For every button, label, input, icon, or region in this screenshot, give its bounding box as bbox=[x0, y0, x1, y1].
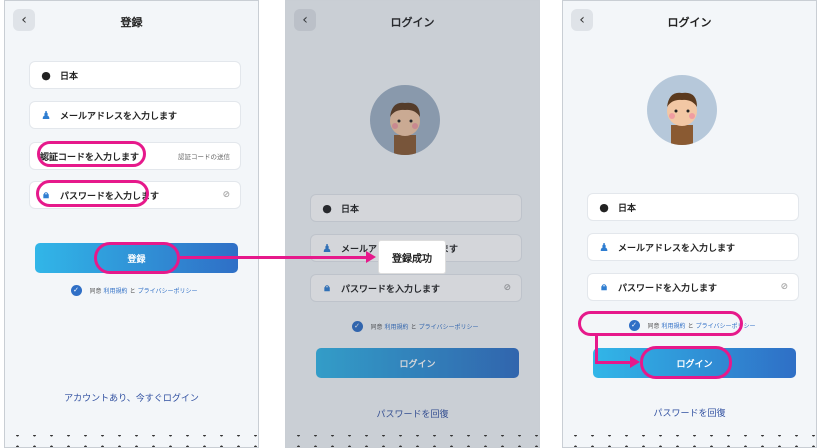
country-select[interactable]: ● 日本 bbox=[587, 193, 799, 221]
and-text: と bbox=[129, 287, 136, 295]
recover-password-link[interactable]: パスワードを回復 bbox=[563, 406, 816, 419]
decorative-dots bbox=[5, 435, 258, 447]
password-placeholder: パスワードを入力します bbox=[60, 191, 160, 202]
agree-prefix: 同意 bbox=[89, 287, 102, 295]
code-placeholder: 認証コードを入力します bbox=[40, 152, 140, 163]
agreement-row: ✓ 同意 利用規約 と プライバシーポリシー bbox=[29, 283, 241, 297]
success-toast: 登録成功 bbox=[378, 240, 446, 274]
country-value: 日本 bbox=[618, 203, 637, 214]
login-screen-success: ‹ ログイン ● 日本 ♟ メールアドレスを入力します 🔒︎ パスワードを入力し… bbox=[285, 0, 540, 448]
avatar bbox=[647, 75, 717, 145]
password-field[interactable]: 🔒︎ パスワードを入力します ⊘ bbox=[29, 181, 241, 209]
country-value: 日本 bbox=[60, 71, 79, 82]
and-text: と bbox=[687, 322, 694, 330]
privacy-link[interactable]: プライバシーポリシー bbox=[696, 321, 756, 330]
check-circle-icon[interactable]: ✓ bbox=[628, 319, 640, 331]
country-select[interactable]: ● 日本 bbox=[29, 61, 241, 89]
email-placeholder: メールアドレスを入力します bbox=[60, 111, 178, 122]
page-title: ログイン bbox=[667, 16, 712, 29]
arrow-right-icon bbox=[366, 251, 376, 263]
password-placeholder: パスワードを入力します bbox=[618, 283, 718, 294]
eye-hidden-icon[interactable]: ⊘ bbox=[780, 282, 788, 292]
check-circle-icon[interactable]: ✓ bbox=[70, 284, 82, 296]
decorative-dots bbox=[563, 435, 816, 447]
terms-link[interactable]: 利用規約 bbox=[662, 321, 686, 330]
password-field[interactable]: 🔒︎ パスワードを入力します ⊘ bbox=[587, 273, 799, 301]
arrow-right-icon bbox=[630, 356, 640, 368]
page-title: 登録 bbox=[120, 16, 143, 29]
lock-icon: 🔒︎ bbox=[601, 280, 607, 293]
privacy-link[interactable]: プライバシーポリシー bbox=[138, 286, 198, 295]
email-field[interactable]: ♟ メールアドレスを入力します bbox=[587, 233, 799, 261]
email-field[interactable]: ♟ メールアドレスを入力します bbox=[29, 101, 241, 129]
code-field[interactable]: 認証コードを入力します 認証コードの送信 bbox=[29, 142, 241, 170]
decorative-dots bbox=[286, 435, 539, 447]
agree-prefix: 同意 bbox=[647, 322, 660, 330]
arrow-line bbox=[595, 334, 598, 363]
arrow-line bbox=[180, 256, 368, 259]
user-icon: ♟ bbox=[41, 108, 51, 122]
globe-icon: ● bbox=[599, 200, 609, 214]
register-screen: ‹ 登録 ● 日本 ♟ メールアドレスを入力します 認証コードを入力します 認証… bbox=[4, 0, 259, 448]
arrow-line bbox=[595, 361, 631, 364]
login-screen: ‹ ログイン ● 日本 ♟ メールアドレスを入力します 🔒︎ パスワードを入力し… bbox=[562, 0, 817, 448]
modal-overlay bbox=[286, 1, 539, 447]
agreement-row: ✓ 同意 利用規約 と プライバシーポリシー bbox=[587, 318, 799, 332]
email-placeholder: メールアドレスを入力します bbox=[618, 243, 736, 254]
user-icon: ♟ bbox=[599, 240, 609, 254]
globe-icon: ● bbox=[41, 68, 51, 82]
eye-hidden-icon[interactable]: ⊘ bbox=[222, 190, 230, 200]
login-link[interactable]: アカウントあり、今すぐログイン bbox=[5, 391, 258, 404]
lock-icon: 🔒︎ bbox=[43, 188, 49, 201]
terms-link[interactable]: 利用規約 bbox=[104, 286, 128, 295]
send-code-button[interactable]: 認証コードの送信 bbox=[178, 151, 230, 161]
